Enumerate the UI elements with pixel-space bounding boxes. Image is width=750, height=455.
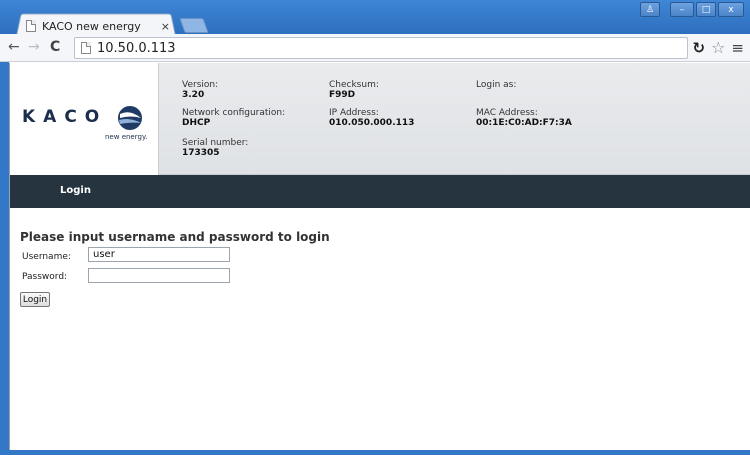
- mac-info: MAC Address: 00:1E:C0:AD:F7:3A: [476, 108, 572, 128]
- checksum-value: F99D: [329, 90, 356, 100]
- window-controls: ♙ – □ x: [640, 2, 744, 17]
- url-text[interactable]: 10.50.0.113: [97, 41, 176, 56]
- login-heading: Please input username and password to lo…: [20, 230, 330, 244]
- page-icon: [26, 20, 36, 32]
- password-input[interactable]: [88, 268, 230, 283]
- tab-title: KACO new energy: [42, 19, 141, 33]
- toolbar-actions: ↻ ☆ ≡: [693, 38, 745, 57]
- browser-toolbar: ← → C 10.50.0.113 ↻ ☆ ≡: [0, 34, 750, 62]
- forward-button[interactable]: →: [28, 40, 40, 54]
- logo-panel: KACO new energy.: [10, 63, 159, 175]
- version-info: Version: 3.20: [182, 80, 218, 100]
- checksum-info: Checksum: F99D: [329, 80, 379, 100]
- ip-value: 010.050.000.113: [329, 118, 415, 128]
- username-label: Username:: [22, 252, 71, 262]
- mac-value: 00:1E:C0:AD:F7:3A: [476, 118, 572, 128]
- ip-label: IP Address:: [329, 108, 379, 118]
- minimize-button[interactable]: –: [670, 2, 694, 17]
- login-button[interactable]: Login: [20, 292, 50, 307]
- version-label: Version:: [182, 80, 219, 90]
- user-profile-button[interactable]: ♙: [640, 2, 660, 17]
- reload-button[interactable]: C: [50, 40, 60, 54]
- login-as-info: Login as:: [476, 80, 516, 90]
- serial-label: Serial number:: [182, 138, 249, 148]
- network-info: Network configuration: DHCP: [182, 108, 285, 128]
- new-tab-button[interactable]: [179, 18, 209, 33]
- device-header: KACO new energy. Version: 3.20 Checksum:…: [10, 63, 750, 175]
- password-label: Password:: [22, 272, 68, 282]
- network-label: Network configuration:: [182, 108, 286, 118]
- kaco-logo-text: KACO: [22, 107, 108, 127]
- page-icon: [81, 42, 91, 54]
- back-button[interactable]: ←: [8, 40, 20, 54]
- kaco-logo-tagline: new energy.: [105, 133, 148, 141]
- network-value: DHCP: [182, 118, 211, 128]
- kaco-logo-icon: [118, 106, 142, 130]
- menu-icon[interactable]: ≡: [731, 39, 744, 57]
- address-bar[interactable]: 10.50.0.113: [74, 37, 688, 59]
- nav-item-login[interactable]: Login: [60, 185, 91, 196]
- serial-value: 173305: [182, 148, 220, 158]
- tab-close-button[interactable]: ×: [161, 20, 170, 33]
- username-input[interactable]: [88, 247, 230, 262]
- checksum-label: Checksum:: [329, 80, 379, 90]
- ip-info: IP Address: 010.050.000.113: [329, 108, 414, 128]
- maximize-button[interactable]: □: [696, 2, 716, 17]
- serial-info: Serial number: 173305: [182, 138, 248, 158]
- browser-tab-content[interactable]: KACO new energy ×: [22, 16, 172, 36]
- window-frame-bottom: [0, 450, 750, 455]
- close-window-button[interactable]: x: [718, 2, 744, 17]
- mac-label: MAC Address:: [476, 108, 538, 118]
- version-value: 3.20: [182, 90, 205, 100]
- window-frame-left: [0, 62, 9, 450]
- login-as-label: Login as:: [476, 80, 517, 90]
- main-navbar: Login: [10, 175, 750, 208]
- web-page: KACO new energy. Version: 3.20 Checksum:…: [9, 63, 750, 450]
- extension-icon[interactable]: ↻: [693, 39, 706, 57]
- bookmark-star-icon[interactable]: ☆: [711, 38, 725, 57]
